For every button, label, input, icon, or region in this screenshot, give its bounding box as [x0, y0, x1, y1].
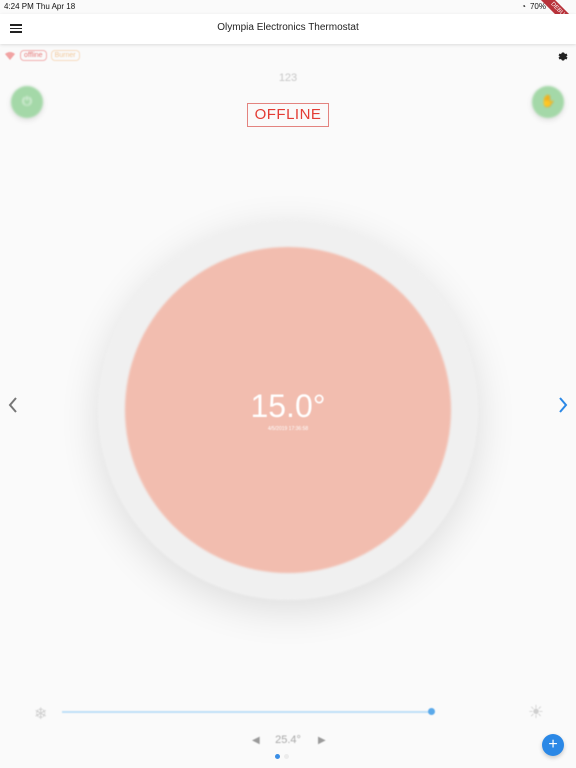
status-bar: 4:24 PM Thu Apr 18 ◔ 70% DEBUG — [0, 0, 576, 40]
setpoint-row: ◀ 25.4° ▶ — [0, 732, 576, 750]
offline-status: OFFLINE — [247, 103, 329, 127]
offline-chip: offline — [20, 50, 47, 61]
mode-button[interactable]: ✋ — [532, 86, 564, 118]
gear-icon[interactable] — [556, 50, 568, 62]
device-id: 123 — [278, 72, 298, 84]
status-right: ◔ 70% — [521, 2, 546, 11]
temperature-slider-row: ❄ ☀ — [0, 700, 576, 724]
slider-thumb[interactable] — [428, 708, 435, 715]
current-temperature: 15.0° — [250, 388, 326, 424]
sun-icon: ☀ — [527, 702, 544, 722]
hand-icon: ✋ — [540, 94, 556, 108]
temperature-slider[interactable] — [62, 711, 431, 713]
power-button[interactable]: ⏻ — [11, 86, 43, 118]
increase-setpoint-icon[interactable]: ▶ — [318, 735, 326, 746]
setpoint-value: 25.4° — [275, 734, 301, 746]
page-dot-2[interactable] — [284, 754, 289, 759]
page-dot-1[interactable] — [275, 754, 280, 759]
status-badges: offline Burner — [4, 50, 80, 61]
status-date: Thu Apr 18 — [36, 2, 76, 11]
chevron-left-icon[interactable] — [6, 396, 20, 414]
app-title: Olympia Electronics Thermostat — [217, 22, 359, 33]
chevron-right-icon[interactable] — [556, 396, 570, 414]
page-indicator — [275, 754, 289, 759]
app-bar: Olympia Electronics Thermostat — [0, 14, 576, 44]
wifi-status-icon: ◔ — [521, 2, 526, 11]
status-time: 4:24 PM — [4, 2, 34, 11]
power-icon: ⏻ — [22, 94, 32, 108]
wifi-icon — [5, 51, 15, 60]
burner-chip: Burner — [50, 50, 80, 61]
add-button[interactable]: + — [542, 734, 564, 756]
temperature-timestamp: 4/5/2019 17:36:58 — [267, 426, 309, 432]
snowflake-icon: ❄ — [34, 706, 48, 723]
